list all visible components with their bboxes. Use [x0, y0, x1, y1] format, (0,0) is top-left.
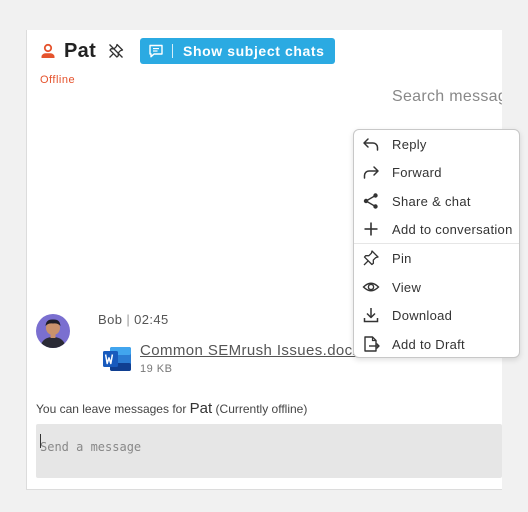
menu-item-reply[interactable]: Reply	[354, 130, 519, 158]
forward-icon	[363, 166, 379, 179]
presence-status: Offline	[40, 74, 76, 86]
menu-item-download[interactable]: Download	[354, 301, 519, 329]
text-caret	[40, 434, 41, 448]
menu-item-label: Add to conversation	[392, 221, 513, 237]
button-divider	[172, 44, 174, 58]
download-icon	[363, 308, 379, 323]
search-input[interactable]: Search messages	[392, 88, 502, 106]
offline-notice-name: Pat	[189, 400, 213, 417]
menu-item-add-to-conversation[interactable]: Add to conversation	[354, 215, 519, 243]
user-icon	[41, 43, 55, 58]
attachment-link[interactable]: Common SEMrush Issues.docx	[140, 342, 360, 359]
message-context-menu: Reply Forward Share & chat Add to conver…	[353, 129, 520, 358]
menu-item-share-chat[interactable]: Share & chat	[354, 187, 519, 215]
pin-icon	[363, 250, 379, 266]
draft-icon	[364, 336, 380, 352]
offline-notice: You can leave messages for Pat (Currentl…	[36, 400, 307, 417]
reply-icon	[363, 138, 379, 151]
contact-name: Pat	[64, 39, 97, 62]
menu-item-label: Add to Draft	[392, 336, 465, 352]
menu-item-label: Pin	[392, 250, 412, 266]
show-subject-chats-label: Show subject chats	[183, 43, 325, 59]
avatar	[36, 314, 70, 348]
menu-item-pin[interactable]: Pin	[354, 244, 519, 272]
plus-icon	[364, 222, 378, 236]
menu-item-add-to-draft[interactable]: Add to Draft	[354, 330, 519, 358]
message-time: 02:45	[134, 312, 169, 327]
menu-item-label: Share & chat	[392, 193, 471, 209]
menu-item-label: View	[392, 279, 422, 295]
meta-separator: |	[126, 312, 131, 327]
unpin-icon[interactable]	[108, 43, 124, 59]
attachment-size: 19 KB	[140, 363, 173, 375]
show-subject-chats-button[interactable]: Show subject chats	[140, 38, 335, 64]
sender-name: Bob	[98, 312, 123, 327]
offline-notice-suffix: (Currently offline)	[215, 402, 308, 416]
menu-item-label: Forward	[392, 164, 442, 180]
menu-item-label: Reply	[392, 136, 427, 152]
message-input[interactable]	[36, 424, 502, 460]
offline-notice-prefix: You can leave messages for	[36, 402, 187, 416]
share-icon	[363, 193, 378, 209]
menu-item-label: Download	[392, 307, 453, 323]
chat-bubble-icon	[149, 44, 163, 58]
menu-item-forward[interactable]: Forward	[354, 158, 519, 186]
word-document-icon	[103, 347, 131, 371]
menu-item-view[interactable]: View	[354, 273, 519, 301]
chat-header: Pat Show subject chats	[40, 38, 335, 64]
eye-icon	[362, 282, 380, 292]
bob-avatar-image	[36, 314, 70, 348]
message-meta: Bob | 02:45	[98, 312, 169, 327]
message-composer	[36, 424, 502, 478]
